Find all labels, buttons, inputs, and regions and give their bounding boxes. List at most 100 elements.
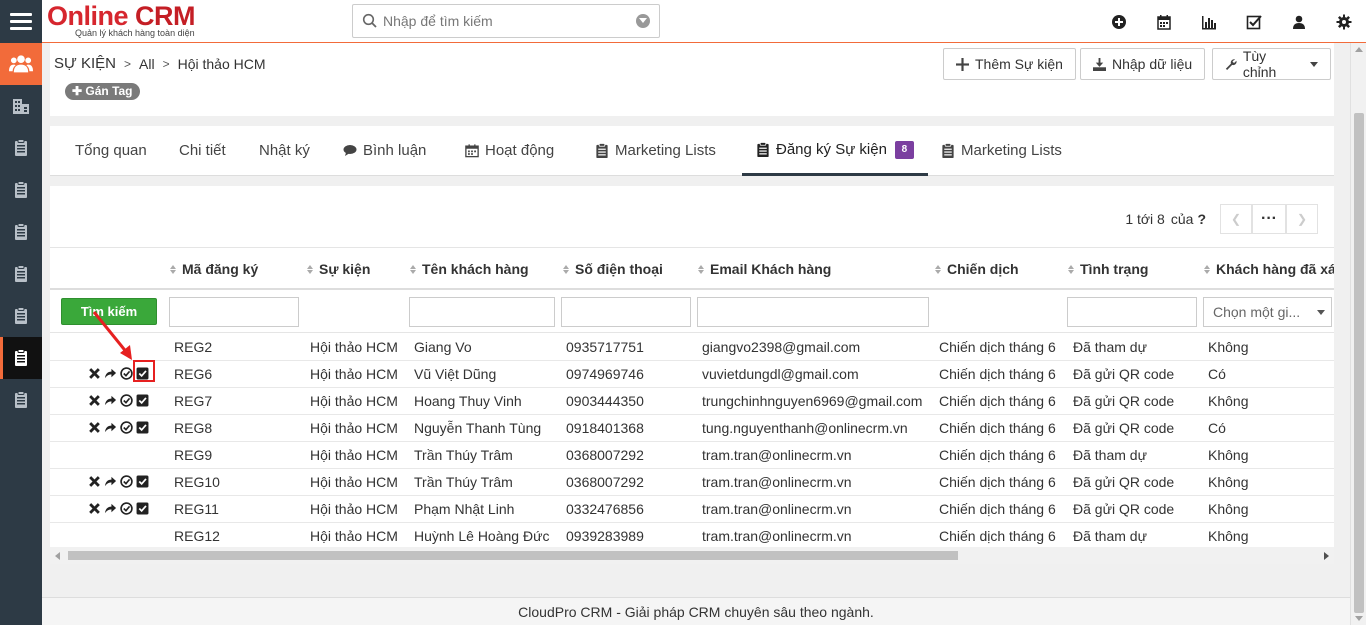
cell-customer[interactable]: Trần Thúy Trâm (414, 474, 513, 490)
table-row[interactable]: REG6 Hội thảo HCM Vũ Việt Dũng 0974969746 vu… (50, 361, 1334, 388)
check-circle-icon[interactable] (120, 421, 133, 434)
scroll-right-icon[interactable] (1324, 552, 1329, 560)
close-icon[interactable] (88, 502, 101, 515)
cell-email[interactable]: giangvo2398@gmail.com (702, 339, 860, 355)
total-count-button[interactable]: ? (1197, 211, 1206, 227)
cell-customer[interactable]: Phạm Nhật Linh (414, 501, 514, 517)
tab-comments[interactable]: Bình luận (343, 126, 426, 175)
cell-customer[interactable]: Trần Thúy Trâm (414, 447, 513, 463)
sidebar-item-doc-2[interactable] (0, 169, 42, 211)
calendar-icon[interactable] (1141, 0, 1186, 43)
col-header[interactable]: Mã đăng ký (170, 261, 258, 277)
filter-code-input[interactable] (169, 297, 299, 327)
logo[interactable]: Online CRM Quản lý khách hàng toàn diện (47, 2, 207, 40)
close-icon[interactable] (88, 367, 101, 380)
sidebar-item-doc-3[interactable] (0, 211, 42, 253)
col-header[interactable]: Sự kiện (307, 261, 370, 277)
add-tag-button[interactable]: ✚ Gán Tag (65, 83, 140, 100)
close-icon[interactable] (88, 394, 101, 407)
tab-activities[interactable]: Hoạt động (465, 126, 554, 175)
check-circle-icon[interactable] (120, 502, 133, 515)
customize-button[interactable]: Tùy chỉnh (1212, 48, 1331, 80)
vertical-scrollbar[interactable] (1350, 43, 1366, 625)
plus-circle-icon[interactable] (1096, 0, 1141, 43)
chevron-down-icon[interactable] (636, 14, 650, 28)
check-circle-icon[interactable] (120, 394, 133, 407)
col-header[interactable]: Email Khách hàng (698, 261, 831, 277)
sidebar-item-users[interactable] (0, 43, 42, 85)
import-button[interactable]: Nhập dữ liệu (1080, 48, 1206, 80)
table-row[interactable]: REG7 Hội thảo HCM Hoang Thuy Vinh 090344435… (50, 388, 1334, 415)
share-icon[interactable] (104, 367, 117, 380)
col-header[interactable]: Khách hàng đã xác (1204, 261, 1334, 277)
add-event-button[interactable]: Thêm Sự kiện (943, 48, 1076, 80)
checkbox-icon[interactable] (136, 502, 149, 515)
share-icon[interactable] (104, 475, 117, 488)
checkbox-icon[interactable] (136, 394, 149, 407)
checkbox-icon[interactable] (1231, 0, 1276, 43)
cell-customer[interactable]: Nguyễn Thanh Tùng (414, 420, 541, 436)
col-header[interactable]: Tình trạng (1068, 261, 1148, 277)
share-icon[interactable] (104, 502, 117, 515)
check-circle-icon[interactable] (120, 475, 133, 488)
breadcrumb-module[interactable]: SỰ KIỆN (54, 55, 116, 72)
prev-page-button[interactable]: ❮ (1220, 204, 1252, 234)
sidebar-item-organizations[interactable] (0, 85, 42, 127)
cell-customer[interactable]: Vũ Việt Dũng (414, 366, 496, 382)
cell-code[interactable]: REG12 (174, 528, 220, 544)
table-row[interactable]: REG8 Hội thảo HCM Nguyễn Thanh Tùng 0918401… (50, 415, 1334, 442)
tab-overview[interactable]: Tổng quan (75, 126, 147, 175)
table-row[interactable]: REG11 Hội thảo HCM Phạm Nhật Linh 033247685… (50, 496, 1334, 523)
table-row[interactable]: REG10 Hội thảo HCM Trần Thúy Trâm 036800729… (50, 469, 1334, 496)
horizontal-scrollbar[interactable] (50, 547, 1334, 564)
checkbox-icon[interactable] (136, 421, 149, 434)
close-icon[interactable] (88, 475, 101, 488)
scroll-up-icon[interactable] (1355, 47, 1363, 52)
cell-code[interactable]: REG10 (174, 474, 220, 490)
check-circle-icon[interactable] (120, 367, 133, 380)
cell-email[interactable]: tram.tran@onlinecrm.vn (702, 528, 852, 544)
scroll-thumb[interactable] (68, 551, 958, 560)
filter-phone-input[interactable] (561, 297, 691, 327)
cell-code[interactable]: REG6 (174, 366, 212, 382)
sidebar-item-doc-6[interactable] (0, 379, 42, 421)
close-icon[interactable] (88, 421, 101, 434)
tab-log[interactable]: Nhật ký (259, 126, 310, 175)
filter-customer-input[interactable] (409, 297, 555, 327)
filter-status-input[interactable] (1067, 297, 1197, 327)
filter-email-input[interactable] (697, 297, 929, 327)
sidebar-item-doc-4[interactable] (0, 253, 42, 295)
cell-code[interactable]: REG9 (174, 447, 212, 463)
table-row[interactable]: REG12 Hội thảo HCM Huỳnh Lê Hoàng Đức 09392… (50, 523, 1334, 547)
tab-event-registrations[interactable]: Đăng ký Sự kiện 8 (742, 126, 928, 176)
cell-code[interactable]: REG2 (174, 339, 212, 355)
cell-email[interactable]: tram.tran@onlinecrm.vn (702, 474, 852, 490)
cell-email[interactable]: tung.nguyenthanh@onlinecrm.vn (702, 420, 908, 436)
tab-marketing-lists[interactable]: Marketing Lists (595, 126, 716, 175)
breadcrumb-filter[interactable]: All (139, 56, 155, 72)
scroll-left-icon[interactable] (55, 552, 60, 560)
checkbox-icon[interactable] (136, 475, 149, 488)
scroll-thumb[interactable] (1354, 113, 1364, 613)
cell-customer[interactable]: Hoang Thuy Vinh (414, 393, 522, 409)
tab-details[interactable]: Chi tiết (179, 126, 226, 175)
cell-email[interactable]: vuvietdungdl@gmail.com (702, 366, 859, 382)
next-page-button[interactable]: ❯ (1286, 204, 1318, 234)
cell-customer[interactable]: Huỳnh Lê Hoàng Đức (414, 528, 549, 544)
menu-icon[interactable] (0, 0, 42, 43)
search-input[interactable] (383, 11, 623, 31)
cell-code[interactable]: REG8 (174, 420, 212, 436)
cell-code[interactable]: REG7 (174, 393, 212, 409)
table-row[interactable]: REG9 Hội thảo HCM Trần Thúy Trâm 0368007292… (50, 442, 1334, 469)
table-row[interactable]: REG2 Hội thảo HCM Giang Vo 0935717751 giangv… (50, 334, 1334, 361)
sidebar-item-doc-1[interactable] (0, 127, 42, 169)
global-search[interactable] (352, 4, 660, 38)
cell-code[interactable]: REG11 (174, 501, 219, 517)
cell-customer[interactable]: Giang Vo (414, 339, 472, 355)
share-icon[interactable] (104, 394, 117, 407)
col-header[interactable]: Chiến dịch (935, 261, 1019, 277)
filter-confirmed-select[interactable]: Chọn một gi... (1203, 297, 1332, 327)
cell-email[interactable]: tram.tran@onlinecrm.vn (702, 501, 852, 517)
user-icon[interactable] (1276, 0, 1321, 43)
sidebar-item-doc-5[interactable] (0, 295, 42, 337)
